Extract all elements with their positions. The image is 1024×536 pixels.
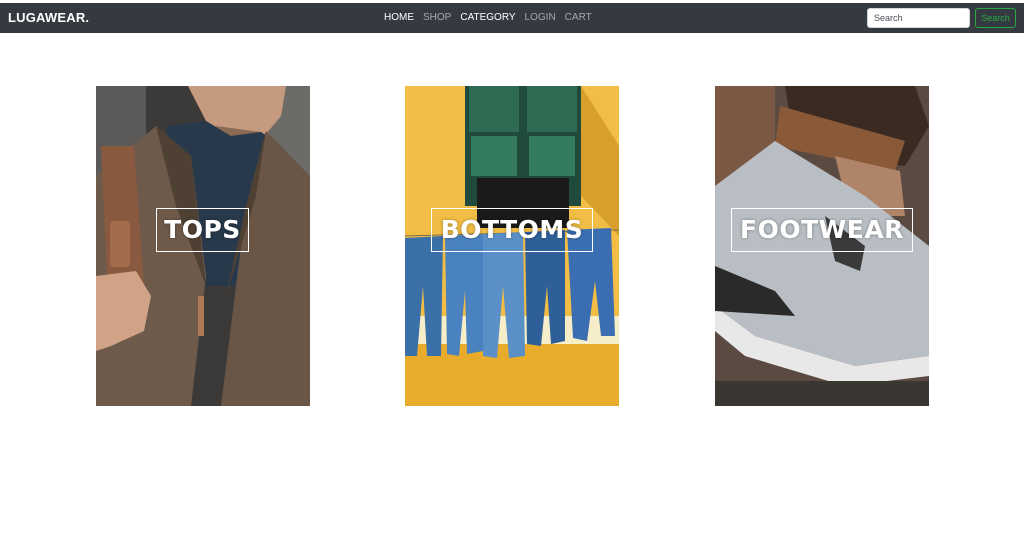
category-card-footwear[interactable]: FOOTWEAR: [715, 86, 929, 406]
category-label-tops: TOPS: [156, 208, 249, 252]
nav-link-shop[interactable]: SHOP: [423, 12, 451, 23]
nav-link-category[interactable]: CATEGORY: [460, 12, 515, 23]
top-navbar: LUGAWEAR. HOME SHOP CATEGORY LOGIN CART …: [0, 3, 1024, 33]
nav-link-cart[interactable]: CART: [565, 12, 592, 23]
brand-logo[interactable]: LUGAWEAR.: [8, 10, 89, 25]
nav-links: HOME SHOP CATEGORY LOGIN CART: [384, 12, 592, 23]
category-card-bottoms[interactable]: BOTTOMS: [405, 86, 619, 406]
category-card-tops[interactable]: TOPS: [96, 86, 310, 406]
category-label-footwear: FOOTWEAR: [731, 208, 913, 252]
category-label-bottoms: BOTTOMS: [431, 208, 593, 252]
nav-link-login[interactable]: LOGIN: [525, 12, 556, 23]
search-input[interactable]: [867, 8, 970, 28]
nav-link-home[interactable]: HOME: [384, 12, 414, 23]
search-button[interactable]: Search: [975, 8, 1016, 28]
